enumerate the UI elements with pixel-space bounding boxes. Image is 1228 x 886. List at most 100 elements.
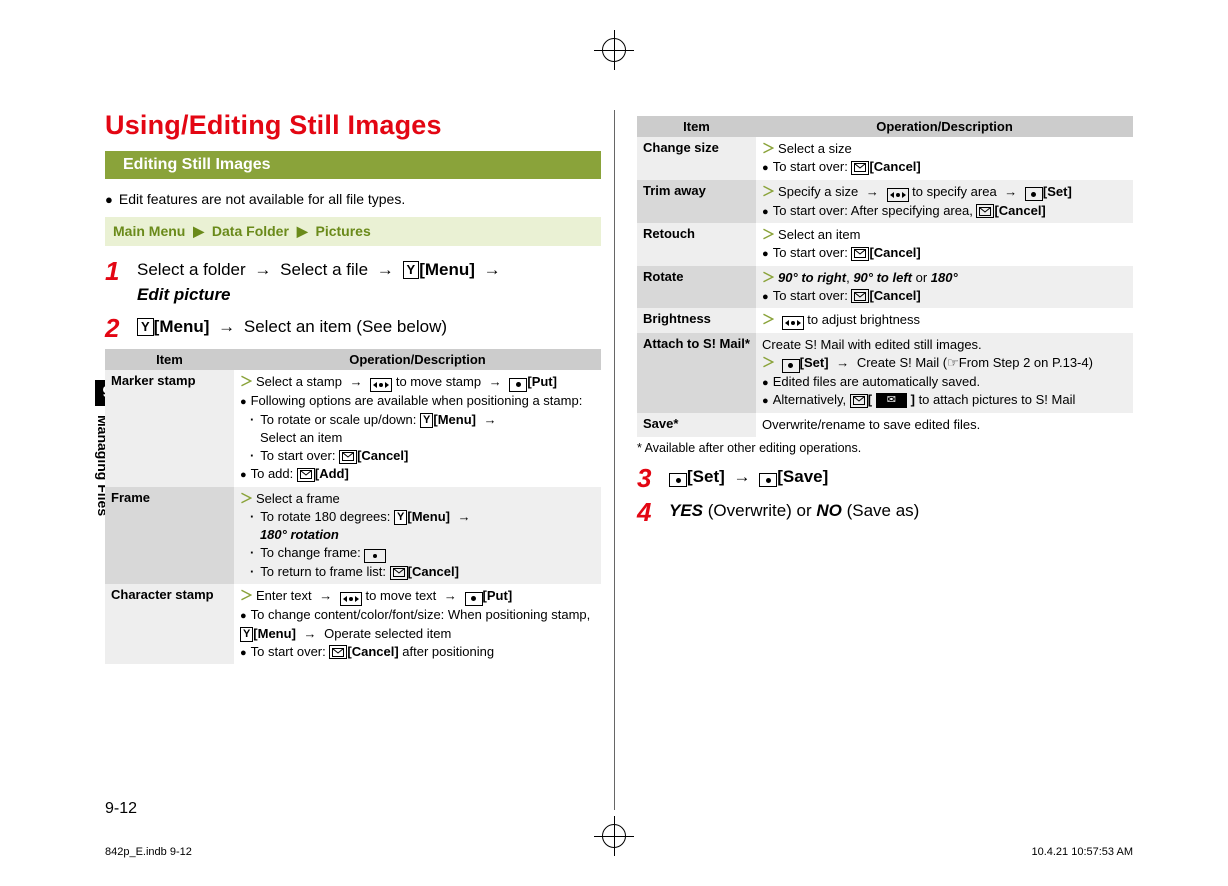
desc-attach-smail: Create S! Mail with edited still images.… [756, 333, 1133, 412]
arrow-icon: → [484, 260, 501, 279]
th-item: Item [637, 116, 756, 137]
print-footer: 842p_E.indb 9-12 10.4.21 10:57:53 AM [105, 846, 1133, 858]
desc-marker-stamp: ＞Select a stamp → to move stamp → [Put] … [234, 370, 601, 486]
subheading: Editing Still Images [113, 151, 601, 179]
mail-key-icon [851, 247, 869, 261]
step2-select-item: Select an item (See below) [244, 317, 447, 336]
mail-key-icon [390, 566, 408, 580]
arrow-icon: → [218, 317, 235, 336]
center-button-icon [782, 359, 800, 373]
arrow-icon: → [734, 467, 751, 486]
y-key-icon: Y [137, 318, 154, 336]
th-operation: Operation/Description [756, 116, 1133, 137]
item-save: Save* [637, 413, 756, 437]
desc-change-size: ＞Select a size To start over: [Cancel] [756, 137, 1133, 180]
table-row: Trim away ＞Specify a size → to specify a… [637, 180, 1133, 223]
table-row: Save* Overwrite/rename to save edited fi… [637, 413, 1133, 437]
nav-sep-icon: ▶ [193, 223, 204, 239]
no-label: NO [816, 501, 842, 520]
step-number: 2 [105, 315, 125, 341]
footer-timestamp: 10.4.21 10:57:53 AM [1031, 846, 1133, 858]
desc-retouch: ＞Select an item To start over: [Cancel] [756, 223, 1133, 266]
th-operation: Operation/Description [234, 349, 601, 370]
footer-filename: 842p_E.indb 9-12 [105, 846, 192, 858]
item-character-stamp: Character stamp [105, 584, 234, 664]
step-body: YES (Overwrite) or NO (Save as) [669, 499, 1133, 525]
table-row: Retouch ＞Select an item To start over: [… [637, 223, 1133, 266]
step-number: 3 [637, 465, 657, 491]
y-key-icon: Y [403, 261, 420, 279]
mail-key-icon [851, 289, 869, 303]
mail-key-icon [850, 394, 868, 408]
table-footnote: * Available after other editing operatio… [637, 441, 1133, 455]
right-column: Item Operation/Description Change size ＞… [637, 110, 1133, 766]
table-row: Frame ＞Select a frame To rotate 180 degr… [105, 487, 601, 585]
mail-key-icon [329, 645, 347, 659]
center-button-icon [1025, 187, 1043, 201]
step-body: [Set] → [Save] [669, 465, 1133, 491]
step1-select-folder: Select a folder [137, 260, 246, 279]
step1-select-file: Select a file [280, 260, 368, 279]
item-change-size: Change size [637, 137, 756, 180]
note-text: Edit features are not available for all … [105, 191, 601, 207]
desc-character-stamp: ＞Enter text → to move text → [Put] To ch… [234, 584, 601, 664]
desc-frame: ＞Select a frame To rotate 180 degrees: Y… [234, 487, 601, 585]
step-2: 2 Y[Menu] → Select an item (See below) [105, 315, 601, 341]
set-label: [Set] [687, 467, 725, 486]
table-row: Attach to S! Mail* Create S! Mail with e… [637, 333, 1133, 412]
dpad-icon [887, 188, 909, 202]
dpad-icon [370, 378, 392, 392]
arrow-icon: → [377, 260, 394, 279]
step-body: Y[Menu] → Select an item (See below) [137, 315, 601, 341]
dpad-horizontal-icon [364, 549, 386, 563]
page-title: Using/Editing Still Images [105, 110, 601, 141]
mail-key-icon [851, 161, 869, 175]
mail-key-icon [976, 204, 994, 218]
step-number: 4 [637, 499, 657, 525]
breadcrumb: Main Menu ▶ Data Folder ▶ Pictures [105, 217, 601, 246]
step-1: 1 Select a folder → Select a file → Y[Me… [105, 258, 601, 307]
save-label: [Save] [777, 467, 828, 486]
center-button-icon [669, 473, 687, 487]
table-row: Marker stamp ＞Select a stamp → to move s… [105, 370, 601, 486]
desc-trim-away: ＞Specify a size → to specify area → [Set… [756, 180, 1133, 223]
page-content: Using/Editing Still Images Editing Still… [105, 110, 1133, 766]
center-button-icon [759, 473, 777, 487]
step-3: 3 [Set] → [Save] [637, 465, 1133, 491]
item-frame: Frame [105, 487, 234, 585]
y-key-icon: Y [420, 413, 433, 428]
operations-table-left: Item Operation/Description Marker stamp … [105, 349, 601, 664]
yes-label: YES [669, 501, 703, 520]
nav-pictures: Pictures [315, 223, 370, 239]
note-list: Edit features are not available for all … [105, 191, 601, 207]
step-body: Select a folder → Select a file → Y[Menu… [137, 258, 601, 307]
y-key-icon: Y [240, 627, 253, 642]
item-attach-smail: Attach to S! Mail* [637, 333, 756, 412]
table-row: Brightness ＞ to adjust brightness [637, 308, 1133, 333]
th-item: Item [105, 349, 234, 370]
step-number: 1 [105, 258, 125, 307]
left-column: Using/Editing Still Images Editing Still… [105, 110, 601, 766]
registration-mark-top [594, 30, 634, 70]
table-row: Rotate ＞90° to right, 90° to left or 180… [637, 266, 1133, 309]
item-rotate: Rotate [637, 266, 756, 309]
nav-data-folder: Data Folder [212, 223, 289, 239]
mail-key-icon [339, 450, 357, 464]
step-4: 4 YES (Overwrite) or NO (Save as) [637, 499, 1133, 525]
item-retouch: Retouch [637, 223, 756, 266]
nav-main-menu: Main Menu [113, 223, 185, 239]
desc-brightness: ＞ to adjust brightness [756, 308, 1133, 333]
center-button-icon [465, 592, 483, 606]
dpad-icon [340, 592, 362, 606]
mail-key-icon [297, 468, 315, 482]
arrow-icon: → [254, 260, 271, 279]
nav-sep-icon: ▶ [297, 223, 308, 239]
desc-rotate: ＞90° to right, 90° to left or 180° To st… [756, 266, 1133, 309]
attach-image-icon: ✉ [876, 393, 907, 408]
item-brightness: Brightness [637, 308, 756, 333]
subheading-bar: Editing Still Images [105, 151, 601, 179]
edit-picture-label: Edit picture [137, 285, 231, 304]
menu-label: [Menu] [419, 260, 475, 279]
center-button-icon [509, 378, 527, 392]
item-trim-away: Trim away [637, 180, 756, 223]
